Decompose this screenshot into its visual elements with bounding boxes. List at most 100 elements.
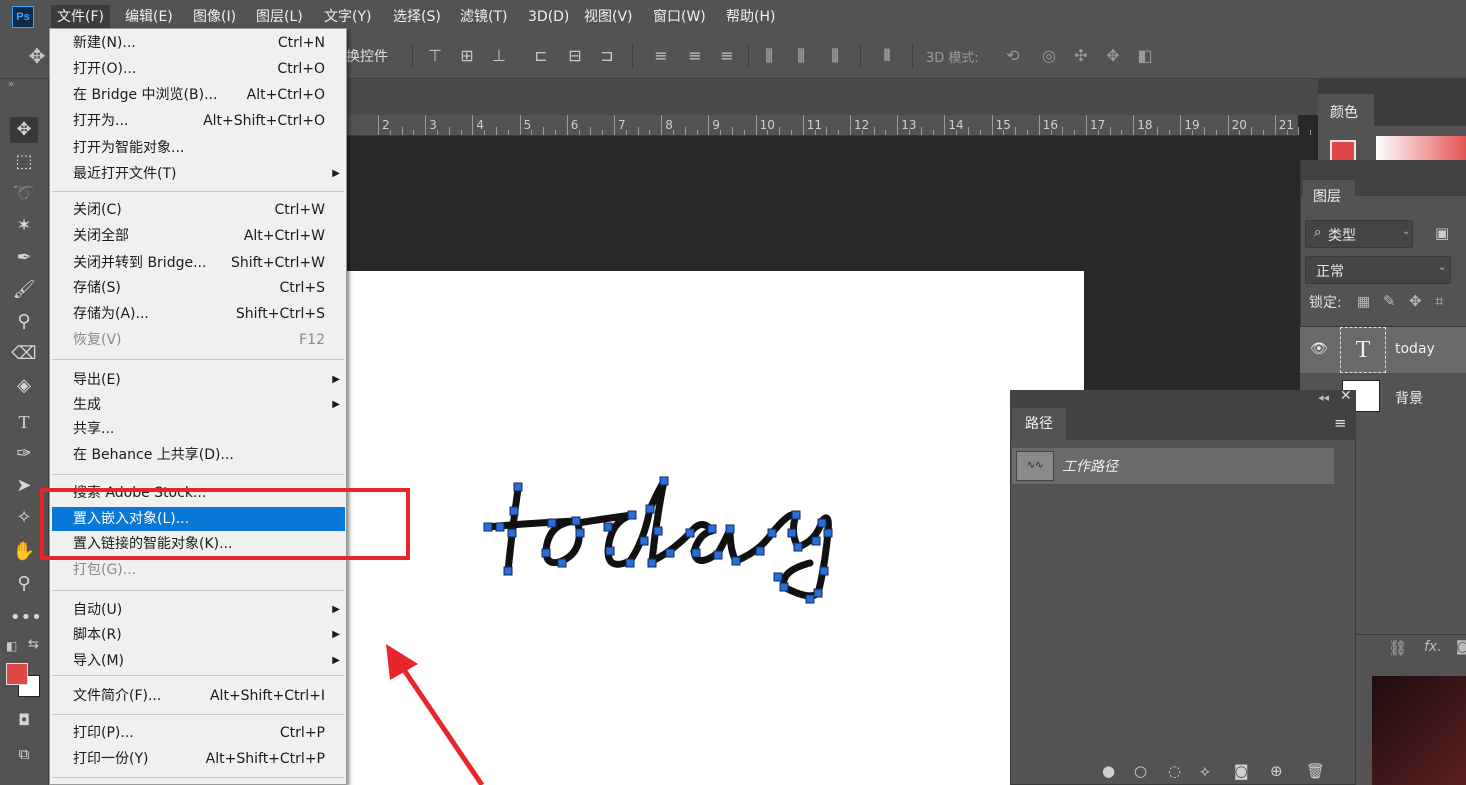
- menu-view[interactable]: 视图(V): [578, 5, 639, 29]
- file-menu-item[interactable]: 脚本(R) ▶: [50, 623, 346, 647]
- paint-bucket-tool-icon[interactable]: ◈: [10, 373, 38, 399]
- distribute-bottom-icon[interactable]: ≡: [718, 46, 736, 66]
- path-anchor-point[interactable]: [509, 506, 519, 516]
- layers-tab[interactable]: 图层: [1313, 186, 1341, 206]
- file-menu-item[interactable]: 在 Bridge 中浏览(B)... Alt+Ctrl+O: [50, 83, 346, 107]
- path-row-work-path[interactable]: ∿∿ 工作路径: [1012, 448, 1334, 484]
- file-menu-item[interactable]: 新建(N)... Ctrl+N: [50, 31, 346, 55]
- path-anchor-point[interactable]: [793, 542, 803, 552]
- path-anchor-point[interactable]: [627, 510, 637, 520]
- 3d-roll-icon[interactable]: ◎: [1040, 46, 1058, 66]
- blend-mode-select[interactable]: 正常 ⌄: [1305, 256, 1451, 284]
- path-anchor-point[interactable]: [483, 522, 493, 532]
- path-anchor-point[interactable]: [813, 588, 823, 598]
- path-anchor-point[interactable]: [685, 528, 695, 538]
- menu-help[interactable]: 帮助(H): [720, 5, 781, 29]
- color-tab[interactable]: 颜色: [1318, 94, 1374, 126]
- file-menu-item[interactable]: 打印一份(Y) Alt+Shift+Ctrl+P: [50, 747, 346, 771]
- path-anchor-point[interactable]: [645, 504, 655, 514]
- panel-menu-icon[interactable]: ≡: [1334, 414, 1347, 432]
- file-menu-item[interactable]: 导出(E) ▶: [50, 368, 346, 392]
- align-top-icon[interactable]: ⊤: [426, 46, 444, 66]
- default-colors-icon[interactable]: ◧: [6, 639, 17, 653]
- stroke-path-icon[interactable]: ○: [1134, 762, 1147, 780]
- move-tool-icon[interactable]: ✥: [10, 117, 38, 143]
- path-anchor-point[interactable]: [817, 518, 827, 528]
- menu-file[interactable]: 文件(F): [51, 5, 110, 29]
- file-menu-item[interactable]: 打印(P)... Ctrl+P: [50, 721, 346, 745]
- eyedropper-tool-icon[interactable]: ✒: [10, 245, 38, 271]
- path-anchor-point[interactable]: [495, 522, 505, 532]
- distribute-top-icon[interactable]: ≡: [652, 46, 670, 66]
- menu-image[interactable]: 图像(I): [187, 5, 242, 29]
- quick-mask-icon[interactable]: ◘: [10, 707, 38, 733]
- file-menu-item[interactable]: 在 Behance 上共享(D)...: [50, 443, 346, 467]
- lock-transparency-icon[interactable]: ▦: [1357, 294, 1370, 310]
- path-anchor-point[interactable]: [639, 536, 649, 546]
- pen-tool-icon[interactable]: ✑: [10, 441, 38, 467]
- path-anchor-point[interactable]: [605, 546, 615, 556]
- path-anchor-point[interactable]: [811, 536, 821, 546]
- path-anchor-point[interactable]: [773, 572, 783, 582]
- 3d-camera-icon[interactable]: ◧: [1136, 46, 1154, 66]
- hand-tool-icon[interactable]: ✋: [10, 539, 38, 565]
- fx-icon[interactable]: fx.: [1424, 639, 1442, 655]
- screen-mode-icon[interactable]: ⧉: [10, 741, 38, 767]
- auto-align-icon[interactable]: ⫴: [878, 46, 896, 66]
- color-field-preview[interactable]: [1372, 676, 1466, 785]
- 3d-rotate-icon[interactable]: ⟲: [1004, 46, 1022, 66]
- distribute-vcenter-icon[interactable]: ≡: [686, 46, 704, 66]
- path-anchor-point[interactable]: [779, 582, 789, 592]
- type-tool-icon[interactable]: T: [10, 409, 38, 435]
- shape-tool-icon[interactable]: ✧: [10, 505, 38, 531]
- file-menu-item[interactable]: 存储为(A)... Shift+Ctrl+S: [50, 302, 346, 326]
- 3d-drag-icon[interactable]: ✣: [1072, 46, 1090, 66]
- menu-type[interactable]: 文字(Y): [318, 5, 377, 29]
- path-anchor-point[interactable]: [725, 524, 735, 534]
- menu-layer[interactable]: 图层(L): [250, 5, 309, 29]
- brush-tool-icon[interactable]: 🖌: [10, 277, 38, 303]
- close-icon[interactable]: ✕: [1340, 388, 1352, 404]
- path-anchor-point[interactable]: [547, 518, 557, 528]
- path-anchor-point[interactable]: [541, 548, 551, 558]
- zoom-tool-icon[interactable]: ⚲: [10, 571, 38, 597]
- file-menu-item[interactable]: 共享...: [50, 417, 346, 441]
- foreground-color-swatch[interactable]: [6, 663, 28, 685]
- eraser-tool-icon[interactable]: ⌫: [10, 341, 38, 367]
- path-anchor-point[interactable]: [513, 482, 523, 492]
- lock-paint-icon[interactable]: ✎: [1383, 292, 1396, 310]
- file-menu-item[interactable]: 关闭并转到 Bridge... Shift+Ctrl+W: [50, 251, 346, 275]
- path-anchor-point[interactable]: [713, 550, 723, 560]
- distribute-hcenter-icon[interactable]: ⫼: [792, 46, 810, 66]
- fill-path-icon[interactable]: ●: [1102, 762, 1115, 780]
- menu-window[interactable]: 窗口(W): [647, 5, 712, 29]
- lock-position-icon[interactable]: ✥: [1409, 292, 1422, 310]
- path-anchor-point[interactable]: [707, 524, 717, 534]
- path-anchor-point[interactable]: [755, 546, 765, 556]
- 3d-slide-icon[interactable]: ✥: [1104, 46, 1122, 66]
- file-menu-item[interactable]: 导入(M) ▶: [50, 649, 346, 673]
- marquee-tool-icon[interactable]: ⬚: [10, 149, 38, 175]
- paths-panel-header[interactable]: ◂◂ ✕: [1010, 388, 1356, 408]
- file-menu-item[interactable]: 生成 ▶: [50, 393, 346, 417]
- path-anchor-point[interactable]: [507, 528, 517, 538]
- lock-artboard-icon[interactable]: ⌗: [1435, 292, 1443, 310]
- path-anchor-point[interactable]: [767, 528, 777, 538]
- menu-select[interactable]: 选择(S): [387, 5, 447, 29]
- path-anchor-point[interactable]: [823, 528, 833, 538]
- swap-colors-icon[interactable]: ⇆: [28, 637, 39, 652]
- path-anchor-point[interactable]: [731, 556, 741, 566]
- path-selection-tool-icon[interactable]: ➤: [10, 473, 38, 499]
- lasso-tool-icon[interactable]: ➰: [10, 181, 38, 207]
- align-vcenter-icon[interactable]: ⊞: [458, 46, 476, 66]
- expand-toolbar-icon[interactable]: »: [8, 79, 14, 90]
- menu-edit[interactable]: 编辑(E): [119, 5, 179, 29]
- file-menu-item[interactable]: 打开(O)... Ctrl+O: [50, 57, 346, 81]
- paths-tab[interactable]: 路径: [1012, 408, 1066, 440]
- path-anchor-point[interactable]: [603, 522, 613, 532]
- file-menu-item[interactable]: 打开为... Alt+Shift+Ctrl+O: [50, 109, 346, 133]
- distribute-right-icon[interactable]: ⫼: [826, 46, 844, 66]
- path-anchor-point[interactable]: [691, 548, 701, 558]
- file-menu-item[interactable]: 文件简介(F)... Alt+Shift+Ctrl+I: [50, 684, 346, 708]
- photoshop-logo[interactable]: Ps: [12, 6, 34, 28]
